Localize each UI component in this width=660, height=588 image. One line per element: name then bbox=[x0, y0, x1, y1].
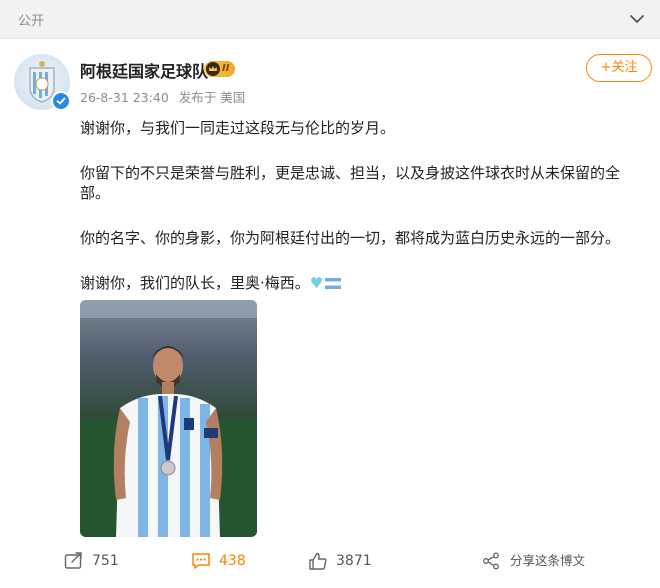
badge-level: II bbox=[222, 63, 230, 74]
post-paragraph-text: 谢谢你，我们的队长，里奥·梅西。 bbox=[80, 274, 310, 292]
thumbs-up-icon bbox=[309, 552, 327, 570]
repost-count: 751 bbox=[92, 553, 119, 569]
light-blue-heart-icon: ♥ bbox=[309, 274, 324, 292]
action-bar: 751 438 3871 分享这条博文 bbox=[0, 544, 660, 588]
post-image[interactable] bbox=[80, 300, 257, 537]
share-button[interactable]: 分享这条博文 bbox=[482, 550, 622, 572]
share-label: 分享这条博文 bbox=[510, 553, 586, 568]
member-badge[interactable]: II bbox=[204, 61, 236, 77]
like-count: 3871 bbox=[336, 553, 372, 569]
follow-button[interactable]: +关注 bbox=[586, 54, 652, 82]
avatar[interactable] bbox=[14, 54, 71, 111]
repost-button[interactable]: 751 bbox=[64, 550, 134, 572]
player-photo bbox=[80, 300, 257, 537]
post-body: 谢谢你，与我们一同走过这段无与伦比的岁月。 你留下的不只是荣誉与胜利，更是忠诚、… bbox=[80, 118, 640, 318]
comment-count: 438 bbox=[219, 553, 246, 569]
post-paragraph: 你留下的不只是荣誉与胜利，更是忠诚、担当，以及身披这件球衣时从未保留的全部。 bbox=[80, 164, 621, 202]
share-icon bbox=[483, 552, 499, 570]
comment-icon bbox=[192, 553, 210, 569]
visibility-label: 公开 bbox=[18, 14, 45, 29]
post-paragraph: 谢谢你，与我们一同走过这段无与伦比的岁月。 bbox=[80, 119, 396, 137]
comment-button[interactable]: 438 bbox=[191, 550, 261, 572]
crown-icon bbox=[206, 62, 220, 76]
post-paragraph-last: 谢谢你，我们的队长，里奥·梅西。♥ bbox=[80, 273, 640, 293]
verified-icon bbox=[51, 91, 71, 111]
author-name[interactable]: 阿根廷国家足球队 bbox=[80, 58, 208, 82]
chevron-down-icon[interactable] bbox=[628, 10, 646, 28]
repost-icon bbox=[64, 552, 82, 569]
argentina-flag-icon bbox=[325, 278, 342, 289]
post-date[interactable]: 26-8-31 23:40 bbox=[80, 90, 169, 105]
like-button[interactable]: 3871 bbox=[308, 550, 388, 572]
post-meta: 26-8-31 23:40 发布于 美国 bbox=[80, 87, 251, 106]
visibility-bar: 公开 bbox=[0, 0, 660, 39]
post-source: 发布于 美国 bbox=[178, 90, 246, 105]
post-paragraph: 你的名字、你的身影，你为阿根廷付出的一切，都将成为蓝白历史永远的一部分。 bbox=[80, 229, 621, 247]
